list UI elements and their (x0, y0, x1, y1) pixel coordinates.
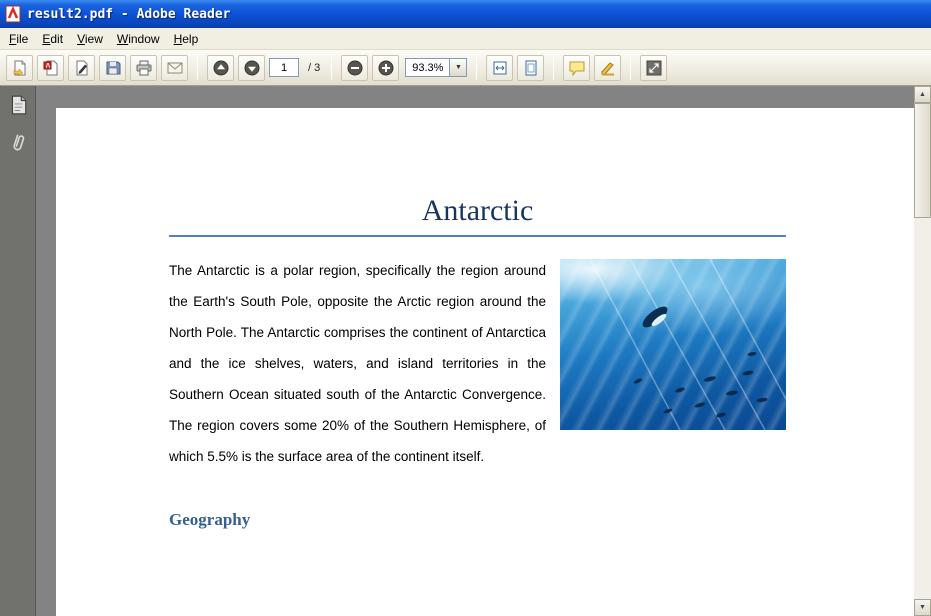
pages-panel-button[interactable] (5, 94, 31, 120)
document-title: Antarctic (169, 194, 786, 237)
scroll-mode-button[interactable] (486, 54, 514, 81)
highlight-icon (599, 59, 617, 77)
create-pdf-button[interactable] (37, 54, 64, 81)
zoom-out-icon (346, 59, 364, 77)
menu-window[interactable]: Window (110, 29, 167, 49)
paperclip-icon (7, 132, 29, 159)
navigation-sidebar (0, 86, 36, 616)
toolbar-separator (331, 55, 333, 80)
next-page-icon (243, 59, 261, 77)
sign-document-icon (73, 59, 91, 77)
zoom-out-button[interactable] (341, 54, 369, 81)
document-body: The Antarctic is a polar region, specifi… (169, 255, 786, 530)
email-button[interactable] (161, 54, 188, 81)
toolbar: / 3 93.3% ▼ (0, 50, 931, 86)
save-button[interactable] (99, 54, 126, 81)
create-pdf-icon (42, 59, 60, 77)
zoom-control: 93.3% ▼ (405, 58, 468, 77)
toolbar-separator (553, 55, 555, 80)
open-file-icon (11, 59, 29, 77)
content-area: Antarctic The Antarctic is a polar regio… (0, 86, 931, 616)
document-viewport[interactable]: Antarctic The Antarctic is a polar regio… (36, 86, 914, 616)
menu-view[interactable]: View (70, 29, 110, 49)
antarctic-ocean-photo (560, 259, 786, 430)
toolbar-separator (197, 55, 198, 80)
print-icon (135, 59, 153, 77)
zoom-in-icon (377, 59, 395, 77)
highlight-button[interactable] (594, 54, 622, 81)
vertical-scrollbar[interactable]: ▲ ▼ (914, 86, 931, 616)
print-button[interactable] (130, 54, 157, 81)
adobe-reader-icon (4, 5, 22, 23)
fullscreen-button[interactable] (640, 54, 668, 81)
titlebar[interactable]: result2.pdf - Adobe Reader (0, 0, 931, 28)
window-title: result2.pdf - Adobe Reader (27, 6, 231, 22)
email-icon (166, 59, 184, 77)
geography-heading: Geography (169, 510, 251, 529)
save-icon (104, 59, 122, 77)
pdf-page: Antarctic The Antarctic is a polar regio… (56, 108, 914, 616)
next-page-button[interactable] (238, 54, 265, 81)
zoom-dropdown-button[interactable]: ▼ (449, 59, 467, 76)
scrollbar-track[interactable] (914, 103, 931, 599)
toolbar-separator (476, 55, 478, 80)
fullscreen-icon (645, 59, 663, 77)
comment-button[interactable] (563, 54, 591, 81)
page-number-input[interactable] (269, 58, 299, 77)
page-total-label: / 3 (308, 61, 321, 74)
open-file-button[interactable] (6, 54, 33, 81)
scroll-up-button[interactable]: ▲ (914, 86, 931, 103)
menu-help[interactable]: Help (167, 29, 206, 49)
scroll-mode-icon (491, 59, 509, 77)
scroll-down-button[interactable]: ▼ (914, 599, 931, 616)
adobe-reader-window: result2.pdf - Adobe Reader File Edit Vie… (0, 0, 931, 616)
scrollbar-thumb[interactable] (914, 103, 931, 218)
menu-edit[interactable]: Edit (35, 29, 70, 49)
sign-document-button[interactable] (68, 54, 95, 81)
fit-page-button[interactable] (517, 54, 545, 81)
attachments-panel-button[interactable] (5, 132, 31, 158)
zoom-in-button[interactable] (372, 54, 400, 81)
menu-file[interactable]: File (2, 29, 35, 49)
toolbar-separator (630, 55, 632, 80)
page-thumbnails-icon (7, 94, 29, 121)
comment-icon (568, 59, 586, 77)
previous-page-icon (212, 59, 230, 77)
fit-page-icon (522, 59, 540, 77)
previous-page-button[interactable] (207, 54, 234, 81)
menubar: File Edit View Window Help (0, 28, 931, 50)
zoom-value[interactable]: 93.3% (406, 62, 449, 74)
